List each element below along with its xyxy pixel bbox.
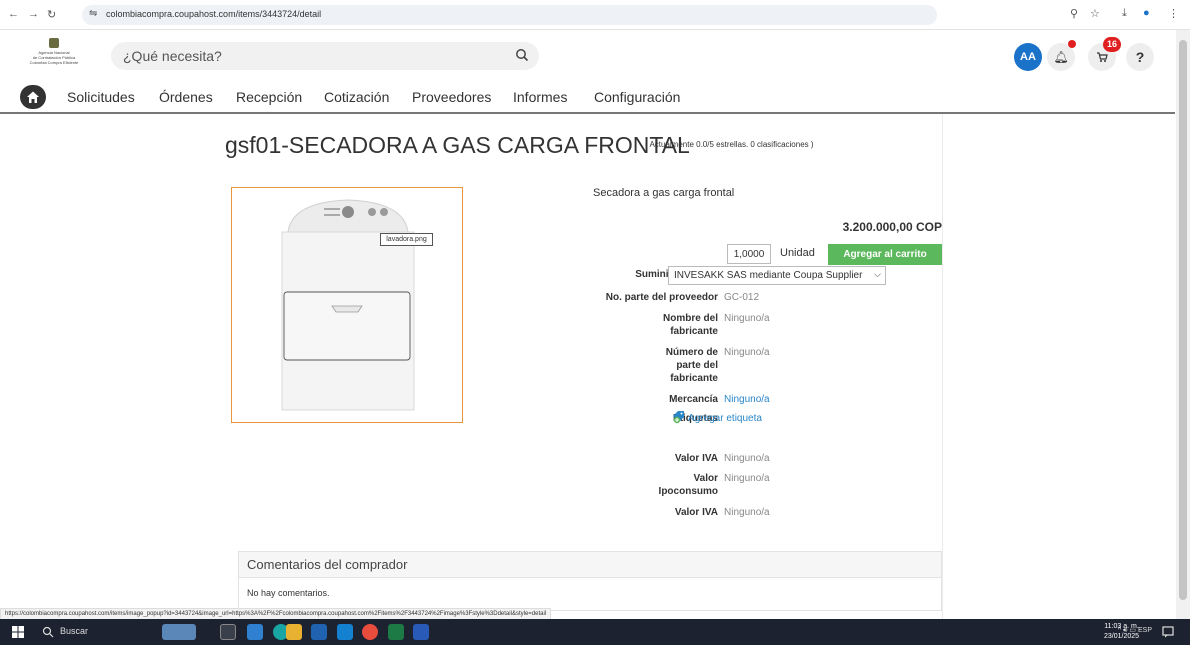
menu-item-informes[interactable]: Informes xyxy=(513,89,567,105)
windows-start-icon[interactable] xyxy=(12,626,24,638)
manufacturer-name-value: Ninguno/a xyxy=(724,313,770,324)
add-tag-link[interactable]: Agregar etiqueta xyxy=(688,413,762,424)
manufacturer-name-label: Nombre del fabricante xyxy=(662,313,718,337)
ipoconsumo-value: Ninguno/a xyxy=(724,473,770,484)
menu-item-proveedores[interactable]: Proveedores xyxy=(412,89,491,105)
download-icon[interactable]: ⤓ xyxy=(1122,7,1127,20)
iva-label-2: Valor IVA xyxy=(674,507,718,518)
browser-toolbar: ← → ↻ ⇋ colombiacompra.coupahost.com/ite… xyxy=(0,0,1190,30)
iva-label: Valor IVA xyxy=(674,453,718,464)
weather-widget-icon[interactable] xyxy=(162,624,196,640)
menu-item-solicitudes[interactable]: Solicitudes xyxy=(67,89,135,105)
tag-add-icon[interactable] xyxy=(672,410,686,424)
menu-item-recepcion[interactable]: Recepción xyxy=(236,89,302,105)
clock-time: 11:03 a. m. xyxy=(1104,623,1139,630)
image-tooltip: lavadora.png xyxy=(380,233,433,246)
crest-icon xyxy=(49,38,59,48)
supplier-select[interactable]: INVESAKK SAS mediante Coupa Supplier ⌵ xyxy=(668,266,886,285)
quantity-input[interactable] xyxy=(727,244,771,264)
windows-taskbar: Buscar ^ 🔊︎ ▭ ESP 11:03 a. m. 23/01/2025 xyxy=(0,619,1190,645)
word-icon[interactable] xyxy=(413,624,429,640)
menu-item-ordenes[interactable]: Órdenes xyxy=(159,89,213,105)
comments-title: Comentarios del comprador xyxy=(239,552,941,578)
product-image[interactable] xyxy=(231,187,463,423)
ipoconsumo-label: Valor Ipoconsumo xyxy=(658,473,718,497)
language-indicator[interactable]: ESP xyxy=(1138,627,1152,634)
commodity-label: Mercancía xyxy=(669,394,718,405)
page-scrollbar[interactable] xyxy=(1176,30,1190,619)
profile-icon[interactable]: ● xyxy=(1143,7,1150,19)
outlook-icon[interactable] xyxy=(337,624,353,640)
iva-value: Ninguno/a xyxy=(724,453,770,464)
reload-icon[interactable]: ↻ xyxy=(47,8,56,21)
store-icon[interactable] xyxy=(311,624,327,640)
item-price: 3.200.000,00 COP xyxy=(842,220,942,234)
supplier-select-value: INVESAKK SAS mediante Coupa Supplier xyxy=(674,270,863,281)
comments-empty-text: No hay comentarios. xyxy=(247,588,330,598)
search-icon[interactable] xyxy=(515,48,529,62)
address-bar[interactable]: ⇋ colombiacompra.coupahost.com/items/344… xyxy=(82,5,937,25)
manufacturer-part-label: Número de parte del fabricante xyxy=(665,347,718,384)
taskbar-search-label: Buscar xyxy=(60,626,89,636)
chrome-icon[interactable] xyxy=(362,624,378,640)
bookmark-star-icon[interactable]: ☆ xyxy=(1090,7,1100,20)
home-icon[interactable] xyxy=(20,85,46,109)
search-input[interactable] xyxy=(123,45,503,67)
right-divider xyxy=(942,114,943,619)
agency-logo[interactable]: Agencia Nacional de Contratación Pública… xyxy=(18,38,90,68)
menu-item-configuracion[interactable]: Configuración xyxy=(594,89,680,105)
notifications-icon[interactable] xyxy=(1162,626,1174,638)
search-bar xyxy=(111,42,539,70)
scrollbar-thumb[interactable] xyxy=(1179,40,1187,600)
unit-label: Unidad xyxy=(780,247,815,259)
notification-dot xyxy=(1068,40,1076,48)
zoom-icon[interactable]: ⚲ xyxy=(1070,7,1078,20)
site-info-icon[interactable]: ⇋ xyxy=(89,8,97,19)
task-view-icon[interactable] xyxy=(220,624,236,640)
widgets-icon[interactable] xyxy=(247,624,263,640)
chevron-down-icon: ⌵ xyxy=(874,269,881,279)
address-url: colombiacompra.coupahost.com/items/34437… xyxy=(106,9,322,19)
manufacturer-part-value: Ninguno/a xyxy=(724,347,770,358)
dryer-illustration xyxy=(281,199,415,411)
item-description: Secadora a gas carga frontal xyxy=(593,187,735,199)
browser-menu-icon[interactable]: ⋮ xyxy=(1168,7,1179,20)
supplier-part-value: GC-012 xyxy=(724,292,760,303)
back-icon[interactable]: ← xyxy=(8,8,19,20)
user-avatar[interactable]: AA xyxy=(1014,43,1042,71)
commodity-link[interactable]: Ninguno/a xyxy=(724,394,770,405)
search-icon xyxy=(42,626,54,638)
iva-value-2: Ninguno/a xyxy=(724,507,770,518)
help-button[interactable]: ? xyxy=(1126,43,1154,71)
buyer-comments-panel: Comentarios del comprador No hay comenta… xyxy=(238,551,942,611)
supplier-part-label: No. parte del proveedor xyxy=(605,292,718,303)
forward-icon[interactable]: → xyxy=(28,8,39,20)
item-title: gsf01-SECADORA A GAS CARGA FRONTAL xyxy=(225,132,690,158)
add-to-cart-button[interactable]: Agregar al carrito xyxy=(828,244,942,265)
main-menu: Solicitudes Órdenes Recepción Cotización… xyxy=(0,82,1175,114)
taskbar-clock[interactable]: 11:03 a. m. 23/01/2025 xyxy=(1104,622,1139,642)
clock-date: 23/01/2025 xyxy=(1104,633,1140,640)
excel-icon[interactable] xyxy=(388,624,404,640)
menu-item-cotizacion[interactable]: Cotización xyxy=(324,89,389,105)
logo-line: Colombia Compra Eficiente xyxy=(29,60,79,65)
cart-count-badge: 16 xyxy=(1103,37,1121,52)
taskbar-search[interactable]: Buscar xyxy=(34,622,154,642)
item-rating[interactable]: ( Actualmente 0.0/5 estrellas. 0 clasifi… xyxy=(645,140,814,149)
file-explorer-icon[interactable] xyxy=(286,624,302,640)
